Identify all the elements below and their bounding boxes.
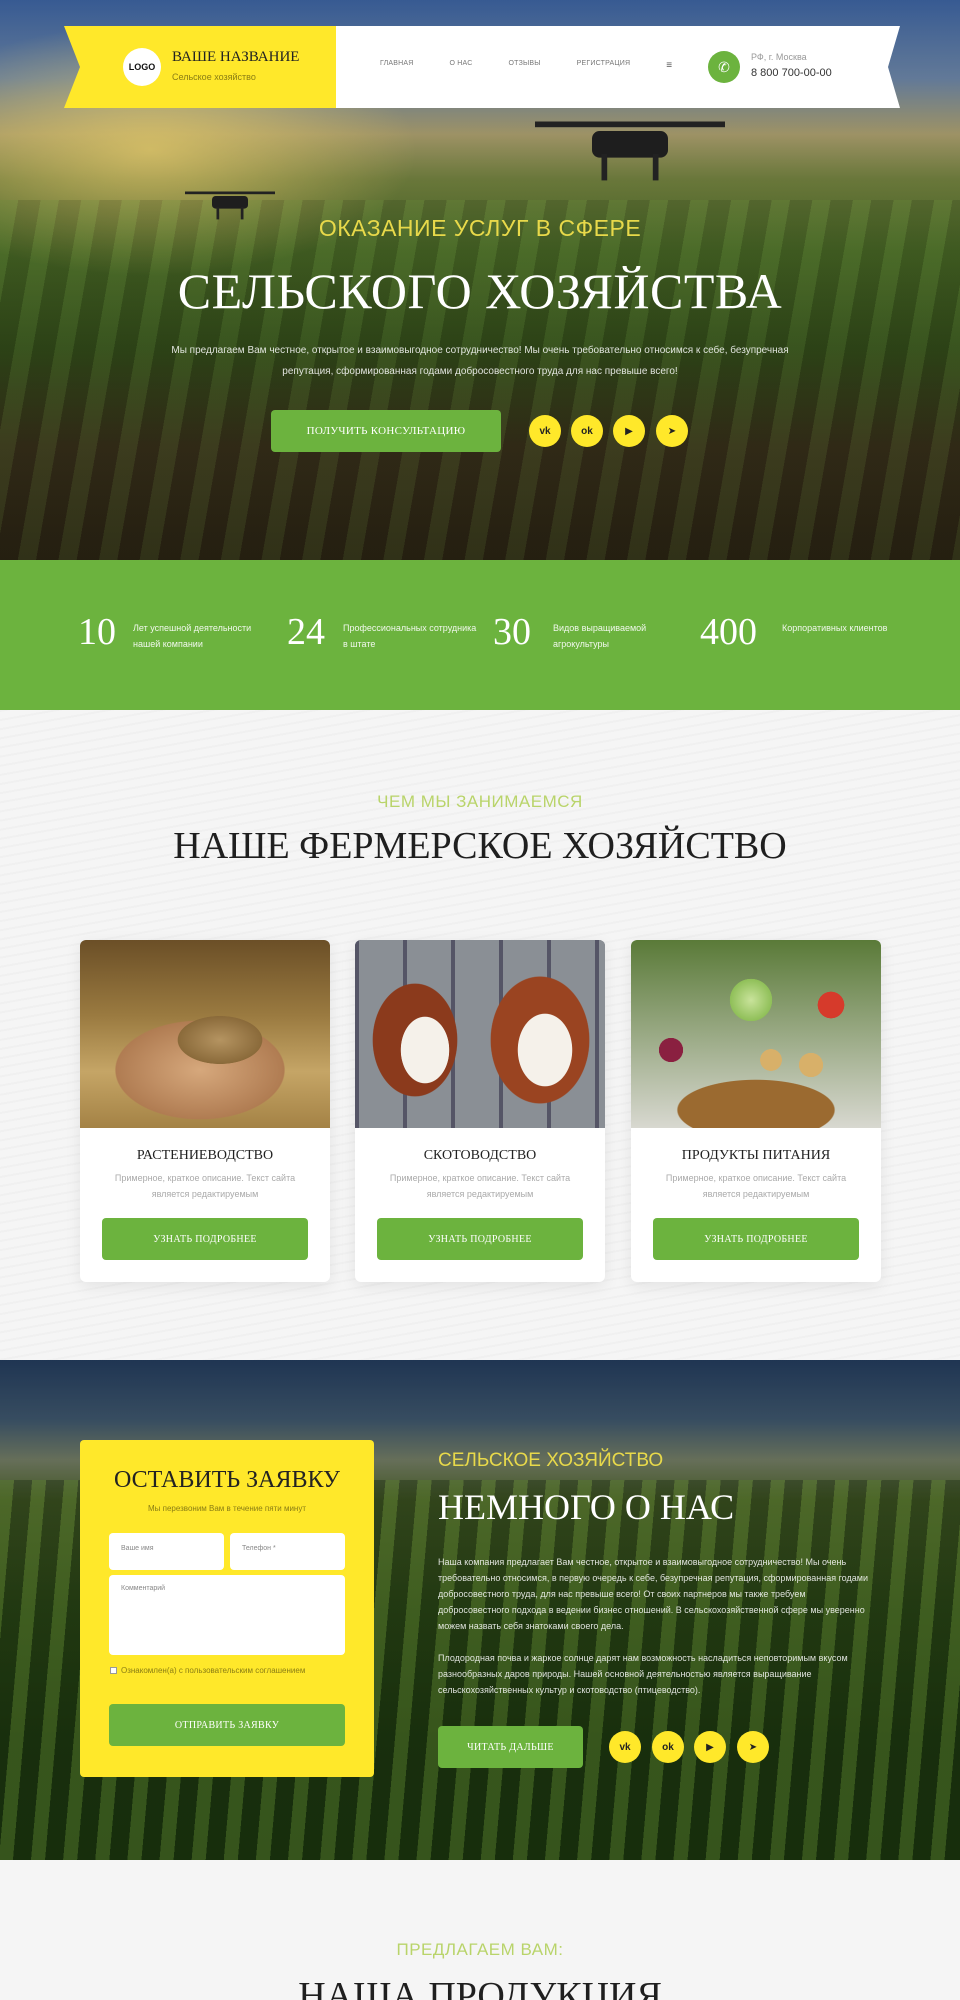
vk-icon[interactable]: vk xyxy=(609,1731,641,1763)
logo-block xyxy=(80,26,336,108)
section-kicker: ЧЕМ МЫ ЗАНИМАЕМСЯ xyxy=(377,792,583,811)
brand-subtitle: Сельское хозяйство xyxy=(172,72,256,82)
stat-label: Корпоративных клиентов xyxy=(782,623,888,633)
checkbox[interactable] xyxy=(110,1667,117,1674)
menu-icon[interactable]: ≡ xyxy=(666,60,672,71)
main-nav: ГЛАВНАЯ О НАС ОТЗЫВЫ РЕГИСТРАЦИЯ ≡ xyxy=(380,60,708,71)
agreement-checkbox[interactable]: Ознакомлен(а) с пользовательским соглаше… xyxy=(110,1666,310,1676)
request-form: ОСТАВИТЬ ЗАЯВКУ Мы перезвоним Вам в тече… xyxy=(80,1440,374,1777)
brand-name: ВАШЕ НАЗВАНИЕ xyxy=(172,49,300,65)
nav-item-about[interactable]: О НАС xyxy=(450,60,473,71)
logo[interactable]: LOGO xyxy=(123,48,161,86)
read-more-button[interactable]: ЧИТАТЬ ДАЛЬШЕ xyxy=(438,1726,583,1768)
vegetables-image xyxy=(631,940,881,1128)
nav-item-register[interactable]: РЕГИСТРАЦИЯ xyxy=(577,60,631,71)
stat-number: 400 xyxy=(700,611,757,653)
stat-label: Профессиональных сотрудника в штате xyxy=(343,623,477,649)
service-card: ПРОДУКТЫ ПИТАНИЯ Примерное, краткое опис… xyxy=(631,940,881,1282)
comment-textarea[interactable]: Комментарий xyxy=(109,1575,345,1655)
service-card: СКОТОВОДСТВО Примерное, краткое описание… xyxy=(355,940,605,1282)
hero-title: СЕЛЬСКОГО ХОЗЯЙСТВА xyxy=(177,263,783,319)
about-text-2: Плодородная почва и жаркое солнце дарят … xyxy=(438,1653,848,1695)
nav-item-home[interactable]: ГЛАВНАЯ xyxy=(380,60,414,71)
vk-icon[interactable]: vk xyxy=(529,415,561,447)
card-title: СКОТОВОДСТВО xyxy=(423,1148,537,1163)
about-title: НЕМНОГО О НАС xyxy=(438,1487,735,1527)
about-kicker: СЕЛЬСКОЕ ХОЗЯЙСТВО xyxy=(438,1450,664,1471)
phone-icon[interactable]: ✆ xyxy=(708,51,740,83)
cows-image xyxy=(355,940,605,1128)
telegram-icon[interactable]: ➤ xyxy=(656,415,688,447)
section-title: НАША ПРОДУКЦИЯ xyxy=(298,1975,662,2000)
card-title: РАСТЕНИЕВОДСТВО xyxy=(136,1148,274,1163)
card-description: Примерное, краткое описание. Текст сайта… xyxy=(114,1173,296,1199)
drone-image xyxy=(535,112,725,188)
stats-section: 10 Лет успешной деятельности нашей компа… xyxy=(0,560,960,710)
telegram-icon[interactable]: ➤ xyxy=(737,1731,769,1763)
phone-input[interactable]: Телефон * xyxy=(230,1533,345,1570)
name-input[interactable]: Ваше имя xyxy=(109,1533,224,1570)
ok-icon[interactable]: ok xyxy=(571,415,603,447)
section-title: НАШЕ ФЕРМЕРСКОЕ ХОЗЯЙСТВО xyxy=(173,825,787,867)
agreement-label: Ознакомлен(а) с пользовательским соглаше… xyxy=(121,1666,306,1675)
hero-text: Мы предлагаем Вам честное, открытое и вз… xyxy=(171,345,789,377)
farm-section: ЧЕМ МЫ ЗАНИМАЕМСЯ НАШЕ ФЕРМЕРСКОЕ ХОЗЯЙС… xyxy=(0,710,960,1360)
submit-button[interactable]: ОТПРАВИТЬ ЗАЯВКУ xyxy=(109,1704,345,1746)
learn-more-button[interactable]: УЗНАТЬ ПОДРОБНЕЕ xyxy=(653,1218,859,1260)
products-section: ПРЕДЛАГАЕМ ВАМ: НАША ПРОДУКЦИЯ xyxy=(0,1860,960,2000)
stat-label: Видов выращиваемой агрокультуры xyxy=(553,623,647,649)
card-title: ПРОДУКТЫ ПИТАНИЯ xyxy=(681,1148,831,1163)
learn-more-button[interactable]: УЗНАТЬ ПОДРОБНЕЕ xyxy=(102,1218,308,1260)
service-card: РАСТЕНИЕВОДСТВО Примерное, краткое описа… xyxy=(80,940,330,1282)
card-description: Примерное, краткое описание. Текст сайта… xyxy=(665,1173,847,1199)
city: РФ, г. Москва xyxy=(751,52,807,62)
wheat-image xyxy=(80,940,330,1128)
about-section: ОСТАВИТЬ ЗАЯВКУ Мы перезвоним Вам в тече… xyxy=(0,1360,960,1860)
youtube-icon[interactable]: ▶ xyxy=(694,1731,726,1763)
youtube-icon[interactable]: ▶ xyxy=(613,415,645,447)
stat-number: 10 xyxy=(78,611,116,653)
consultation-button[interactable]: ПОЛУЧИТЬ КОНСУЛЬТАЦИЮ xyxy=(271,410,501,452)
form-subtitle: Мы перезвоним Вам в течение пяти минут xyxy=(147,1504,306,1513)
stat-number: 24 xyxy=(287,611,325,653)
stat-label: Лет успешной деятельности нашей компании xyxy=(133,623,252,649)
card-description: Примерное, краткое описание. Текст сайта… xyxy=(389,1173,571,1199)
site-header: LOGO ВАШЕ НАЗВАНИЕ Сельское хозяйство ГЛ… xyxy=(64,26,900,108)
learn-more-button[interactable]: УЗНАТЬ ПОДРОБНЕЕ xyxy=(377,1218,583,1260)
nav-item-reviews[interactable]: ОТЗЫВЫ xyxy=(509,60,541,71)
about-text-1: Наша компания предлагает Вам честное, от… xyxy=(438,1557,868,1631)
hero-section: LOGO ВАШЕ НАЗВАНИЕ Сельское хозяйство ГЛ… xyxy=(0,0,960,560)
form-title: ОСТАВИТЬ ЗАЯВКУ xyxy=(113,1467,341,1493)
section-kicker: ПРЕДЛАГАЕМ ВАМ: xyxy=(396,1940,564,1959)
stat-number: 30 xyxy=(493,611,531,653)
phone-number[interactable]: 8 800 700-00-00 xyxy=(751,67,832,79)
hero-kicker: ОКАЗАНИЕ УСЛУГ В СФЕРЕ xyxy=(318,215,642,241)
ok-icon[interactable]: ok xyxy=(652,1731,684,1763)
